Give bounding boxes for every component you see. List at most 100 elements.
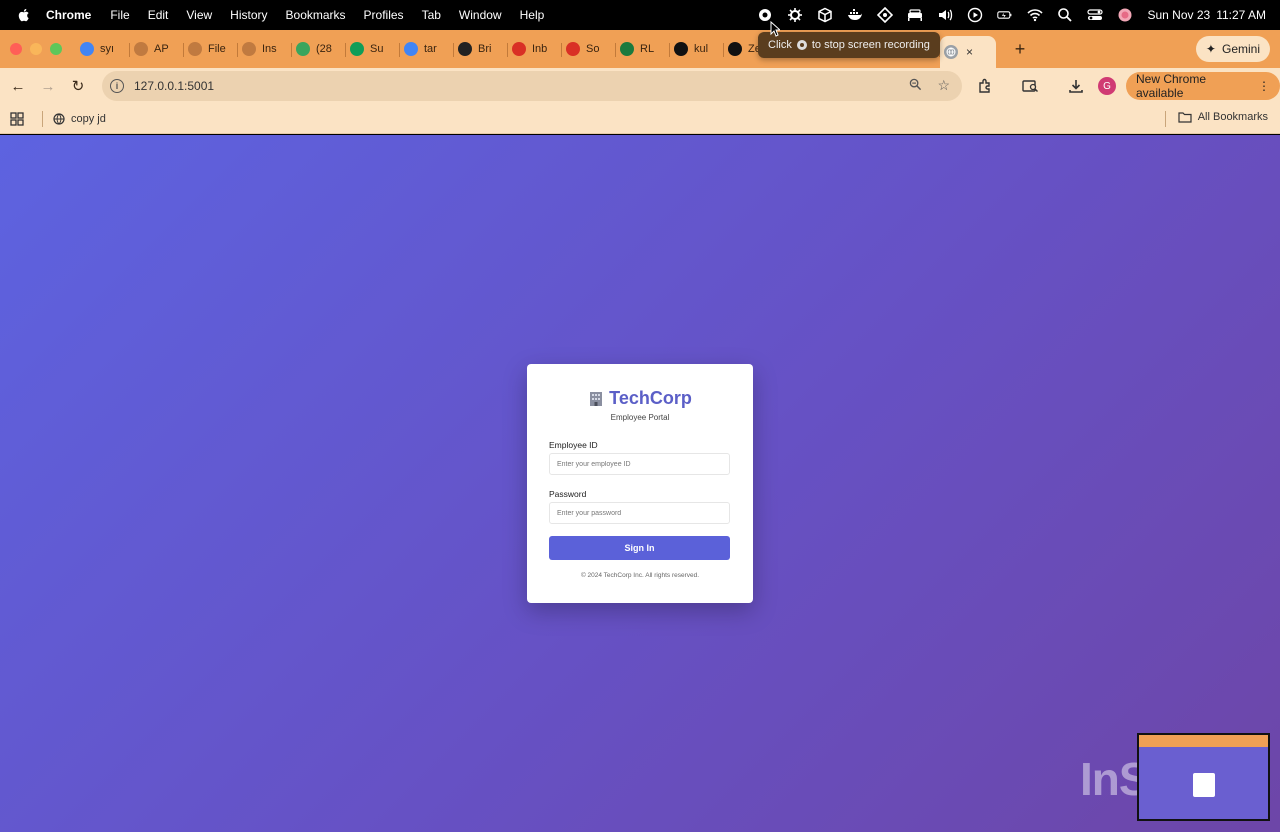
openai-icon (188, 42, 202, 56)
bookmarks-divider-right (1165, 111, 1166, 127)
more-vertical-icon[interactable]: ⋮ (1258, 79, 1270, 93)
browser-tab[interactable]: Bri (454, 35, 508, 63)
diamond-icon[interactable] (877, 7, 894, 23)
tab-search-icon[interactable] (1021, 77, 1039, 95)
control-center-icon[interactable] (1087, 7, 1104, 23)
chrome-tab-strip: syıAPFileIns(28SutarBriInbSoRLkulZeTeKir… (0, 30, 1280, 68)
docker-icon[interactable] (847, 7, 863, 23)
menu-window[interactable]: Window (459, 8, 502, 22)
address-bar[interactable]: i 127.0.0.1:5001 ☆ (102, 71, 962, 101)
search-icon[interactable] (1057, 7, 1073, 23)
tab-label: So (586, 43, 600, 55)
tab-label: Su (370, 43, 384, 55)
url-text[interactable]: 127.0.0.1:5001 (134, 79, 214, 93)
openai-icon (134, 42, 148, 56)
all-bookmarks-button[interactable]: All Bookmarks (1178, 111, 1268, 123)
tab-label: AP (154, 43, 169, 55)
brand-name: TechCorp (609, 388, 692, 408)
gemini-label: Gemini (1221, 42, 1260, 56)
zed-icon (728, 42, 742, 56)
leaf-icon (620, 42, 634, 56)
heart-icon (458, 42, 472, 56)
tab-label: Bri (478, 43, 492, 55)
apple-logo-icon[interactable] (16, 7, 32, 23)
gear-icon[interactable] (787, 7, 803, 23)
back-arrow-icon[interactable]: ← (3, 71, 33, 101)
browser-tab[interactable]: (28 (292, 35, 346, 63)
stop-record-icon (796, 40, 807, 50)
gmail-icon (566, 42, 580, 56)
browser-tab[interactable]: File (184, 35, 238, 63)
menu-view[interactable]: View (186, 8, 212, 22)
bookmark-item[interactable]: copy jd (53, 113, 106, 125)
apps-grid-icon[interactable] (10, 111, 24, 126)
tab-label: (28 (316, 43, 332, 55)
employee-id-input[interactable] (549, 453, 730, 475)
menu-app-name[interactable]: Chrome (46, 8, 91, 22)
play-circle-icon[interactable] (967, 7, 983, 23)
browser-tab[interactable]: So (562, 35, 616, 63)
recording-thumbnail[interactable] (1137, 733, 1270, 821)
tab-label: File (208, 43, 226, 55)
gemini-button[interactable]: ✦ Gemini (1195, 36, 1270, 62)
tab-label: Ins (262, 43, 277, 55)
menubar-clock[interactable]: Sun Nov 23 11:27 AM (1147, 8, 1266, 22)
tab-label: syı (100, 43, 115, 55)
cube-icon[interactable] (817, 7, 833, 23)
new-tab-button[interactable]: + (1008, 39, 1032, 60)
menu-edit[interactable]: Edit (148, 8, 169, 22)
password-input[interactable] (549, 502, 730, 524)
tab-label: kul (694, 43, 709, 55)
thumbnail-card (1193, 773, 1215, 797)
zoom-window-button[interactable] (50, 43, 62, 55)
menu-help[interactable]: Help (520, 8, 545, 22)
battery-icon[interactable] (997, 7, 1013, 23)
chrome-update-button[interactable]: New Chrome available ⋮ (1126, 72, 1280, 100)
sheets-icon (350, 42, 364, 56)
reload-icon[interactable]: ↻ (63, 71, 93, 101)
copyright-footer: © 2024 TechCorp Inc. All rights reserved… (580, 572, 700, 579)
gmail-icon (512, 42, 526, 56)
active-tab[interactable]: × (940, 36, 996, 68)
menubar-status-area: Sun Nov 23 11:27 AM (743, 0, 1280, 30)
tooltip-suffix: to stop screen recording (811, 39, 930, 51)
menu-history[interactable]: History (230, 8, 267, 22)
macos-menubar: Chrome File Edit View History Bookmarks … (0, 0, 1280, 30)
browser-tab[interactable]: AP (130, 35, 184, 63)
volume-icon[interactable] (937, 7, 953, 23)
browser-tab[interactable]: Ins (238, 35, 292, 63)
bookmark-star-icon[interactable]: ☆ (937, 77, 950, 94)
wifi-icon[interactable] (1027, 7, 1044, 23)
site-info-icon[interactable]: i (110, 79, 124, 93)
browser-tab[interactable]: syı (76, 35, 130, 63)
all-bookmarks-label: All Bookmarks (1197, 111, 1268, 123)
close-window-button[interactable] (10, 43, 22, 55)
menu-bookmarks[interactable]: Bookmarks (286, 8, 346, 22)
browser-tab[interactable]: tar (400, 35, 454, 63)
minimize-window-button[interactable] (30, 43, 42, 55)
extensions-icon[interactable] (976, 77, 994, 95)
clock-time: 11:27 AM (1216, 8, 1266, 22)
browser-tab[interactable]: Inb (508, 35, 562, 63)
menu-tab[interactable]: Tab (422, 8, 441, 22)
building-icon (590, 391, 603, 406)
browser-tab[interactable]: kul (670, 35, 724, 63)
tooltip-prefix: Click (768, 39, 792, 51)
download-icon[interactable] (1067, 77, 1085, 95)
profile-avatar[interactable]: G (1098, 77, 1116, 95)
browser-tab[interactable]: RL (616, 35, 670, 63)
close-tab-icon[interactable]: × (966, 45, 973, 59)
password-label: Password (549, 489, 587, 499)
user-avatar-icon[interactable] (1117, 7, 1133, 23)
menu-profiles[interactable]: Profiles (364, 8, 404, 22)
portal-subtitle: Employee Portal (610, 413, 670, 422)
sign-in-button[interactable]: Sign In (549, 536, 730, 560)
bed-icon[interactable] (907, 7, 923, 23)
tab-label: Inb (532, 43, 548, 55)
zoom-icon[interactable] (909, 78, 922, 94)
thumbnail-chrome-bar (1139, 735, 1268, 747)
clock-date: Sun Nov 23 (1147, 8, 1211, 22)
forward-arrow-icon[interactable]: → (33, 71, 63, 101)
browser-tab[interactable]: Su (346, 35, 400, 63)
menu-file[interactable]: File (110, 8, 129, 22)
